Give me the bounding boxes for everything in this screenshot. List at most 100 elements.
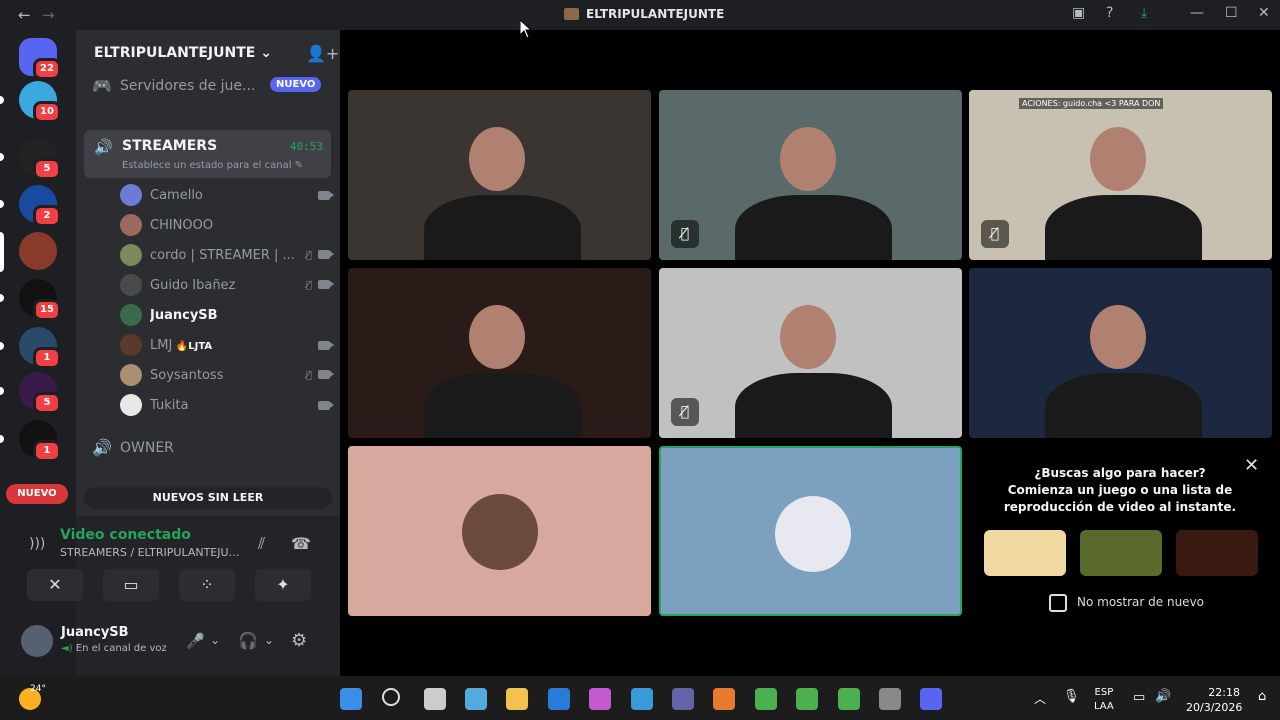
chevron-down-icon[interactable]: ⌄ — [264, 633, 274, 647]
folder-icon[interactable] — [506, 688, 528, 710]
notifications-icon[interactable]: ⌂ — [1258, 689, 1266, 704]
voice-channel-streamers[interactable]: 🔊 STREAMERS 40:53 Establece un estado pa… — [84, 130, 331, 178]
copilot-icon[interactable] — [465, 688, 487, 710]
video-tile-4[interactable] — [348, 268, 651, 438]
letter-league-game[interactable] — [984, 530, 1066, 576]
member-name: Tukita — [150, 397, 189, 413]
server-icon-server-5[interactable] — [19, 232, 57, 270]
participant-face — [469, 305, 526, 370]
chrome-icon[interactable] — [796, 688, 818, 710]
help-icon[interactable]: ? — [1106, 5, 1113, 21]
camera-off-button[interactable]: ✕ — [27, 569, 83, 601]
chevron-down-icon[interactable]: ⌄ — [210, 633, 220, 647]
voice-member-1[interactable]: CHINOOO — [120, 214, 330, 236]
mail-icon[interactable] — [548, 688, 570, 710]
video-tile-3[interactable]: ACIONES: guido.cha <3 PARA DON 🎙̸ — [969, 90, 1272, 260]
file-explorer-icon[interactable] — [424, 688, 446, 710]
call-timer: 40:53 — [289, 140, 323, 153]
participant-body — [1044, 373, 1203, 438]
channel-status[interactable]: Establece un estado para el canal ✎ — [122, 160, 303, 171]
video-tile-1[interactable] — [348, 90, 651, 260]
forward-arrow-icon[interactable]: → — [42, 6, 55, 24]
server-icon-server-7[interactable]: 1 — [19, 327, 61, 369]
channel-servidores[interactable]: 🎮 Servidores de jue... — [92, 76, 255, 95]
voice-member-5[interactable]: LMJ 🔥LJTA — [120, 334, 334, 356]
search-icon[interactable] — [382, 688, 400, 706]
guild-name[interactable]: ELTRIPULANTEJUNTE ⌄ — [94, 45, 272, 61]
windows-start-icon[interactable] — [340, 688, 362, 710]
download-icon[interactable]: ⤓ — [1141, 5, 1147, 21]
language-indicator[interactable]: ESP LAA — [1094, 686, 1114, 714]
participant-body — [1044, 195, 1203, 260]
avatar — [120, 304, 142, 326]
voice-member-7[interactable]: Tukita — [120, 394, 334, 416]
member-name: CHINOOO — [150, 217, 214, 233]
channel-owner[interactable]: 🔊 OWNER — [92, 438, 174, 457]
server-icon-server-9[interactable]: 1 — [19, 420, 61, 462]
disconnect-icon[interactable]: ☎ — [291, 534, 311, 553]
member-status-icons — [318, 400, 334, 410]
maximize-icon[interactable]: ☐ — [1225, 5, 1238, 21]
minimize-icon[interactable]: — — [1190, 5, 1204, 21]
office-icon[interactable] — [589, 688, 611, 710]
dont-show-checkbox[interactable] — [1049, 594, 1067, 612]
settings-gear-icon[interactable]: ⚙ — [291, 630, 307, 651]
mention-badge: 1 — [33, 440, 61, 462]
inbox-icon[interactable]: ▣ — [1072, 5, 1085, 21]
avatar[interactable] — [21, 625, 53, 657]
avatar — [120, 274, 142, 296]
server-icon-server-3[interactable]: 5 — [19, 138, 61, 180]
server-icon-server-6[interactable]: 15 — [19, 279, 61, 321]
store-icon[interactable] — [631, 688, 653, 710]
new-servers-pill[interactable]: NUEVO — [6, 484, 68, 504]
avatar — [120, 244, 142, 266]
server-icon-server-8[interactable]: 5 — [19, 372, 61, 414]
activities-button[interactable]: ⁘ — [179, 569, 235, 601]
microphone-icon[interactable]: 🎤 — [186, 632, 205, 650]
video-tile-2[interactable]: 🎙̸ — [659, 90, 962, 260]
soundboard-button[interactable]: ✦ — [255, 569, 311, 601]
voice-member-6[interactable]: Soysantoss 🎙̸ — [120, 364, 334, 386]
avatar — [120, 214, 142, 236]
voice-member-2[interactable]: cordo | STREAMER | ... 🎙̸ — [120, 244, 334, 266]
voice-connected-label[interactable]: Video conectado — [60, 527, 191, 543]
back-arrow-icon[interactable]: ← — [18, 6, 31, 24]
close-icon[interactable]: ✕ — [1244, 455, 1259, 476]
muted-mic-icon: 🎙̸ — [981, 220, 1009, 248]
obs-icon[interactable] — [879, 688, 901, 710]
close-icon[interactable]: ✕ — [1258, 5, 1270, 21]
voice-member-3[interactable]: Guido Ibañez 🎙̸ — [120, 274, 334, 296]
voice-member-4[interactable]: JuancySB — [120, 304, 330, 326]
chevron-up-icon[interactable]: ︿ — [1034, 690, 1046, 707]
chrome-icon[interactable] — [838, 688, 860, 710]
headphones-icon[interactable]: 🎧 — [238, 631, 258, 650]
adventure-game[interactable] — [1080, 530, 1162, 576]
server-icon-discord-home[interactable]: 22 — [19, 38, 61, 80]
chrome-icon[interactable] — [755, 688, 777, 710]
volume-icon[interactable]: 🔊 — [1155, 689, 1171, 704]
network-icon[interactable]: ▭ — [1133, 690, 1145, 705]
avatar-tile-2[interactable] — [659, 446, 962, 616]
screen-share-button[interactable]: ▭ — [103, 569, 159, 601]
participant-face — [780, 305, 837, 370]
microphone-icon[interactable]: 🎙 — [1063, 689, 1080, 704]
avatar — [120, 184, 142, 206]
server-icon-server-2[interactable]: 10 — [19, 81, 61, 123]
app-icon[interactable] — [713, 688, 735, 710]
discord-icon[interactable] — [920, 688, 942, 710]
video-tile-5[interactable]: 🎙̸ — [659, 268, 962, 438]
invite-icon[interactable]: 👤+ — [306, 44, 339, 63]
clock[interactable]: 22:18 20/3/2026 — [1186, 685, 1242, 715]
new-unread-button[interactable]: NUEVOS SIN LEER — [84, 487, 332, 509]
avatar-tile-1[interactable] — [348, 446, 651, 616]
mouse-cursor-icon — [520, 20, 532, 38]
scream-game[interactable] — [1176, 530, 1258, 576]
video-tile-6[interactable] — [969, 268, 1272, 438]
member-status-icons — [318, 340, 334, 350]
stream-overlay-text: ACIONES: guido.cha <3 PARA DON — [1019, 98, 1164, 109]
voice-member-0[interactable]: Camello — [120, 184, 334, 206]
server-icon-server-4[interactable]: 2 — [19, 185, 61, 227]
member-name: JuancySB — [150, 307, 218, 323]
noise-suppression-icon[interactable]: ⫽ — [258, 534, 265, 554]
teams-icon[interactable] — [672, 688, 694, 710]
